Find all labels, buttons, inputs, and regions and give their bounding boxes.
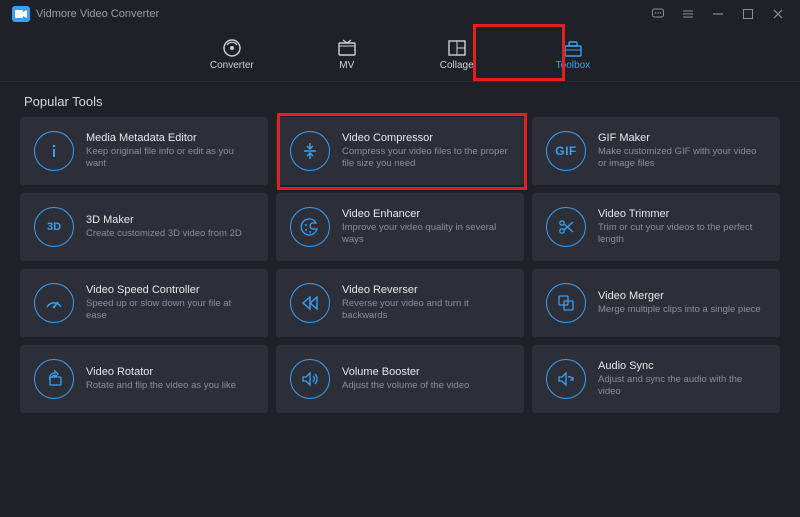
tool-desc: Keep original file info or edit as you w… xyxy=(86,146,254,171)
rewind-icon xyxy=(290,283,330,323)
tool-text: Volume Booster Adjust the volume of the … xyxy=(342,366,469,392)
tool-text: Video Reverser Reverse your video and tu… xyxy=(342,284,510,323)
app-logo-icon xyxy=(12,6,30,22)
tool-title: Video Trimmer xyxy=(598,208,766,220)
tool-title: Media Metadata Editor xyxy=(86,132,254,144)
feedback-icon[interactable] xyxy=(648,4,668,24)
tool-title: Video Compressor xyxy=(342,132,510,144)
tool-text: Video Enhancer Improve your video qualit… xyxy=(342,208,510,247)
tab-toolbox[interactable]: Toolbox xyxy=(540,34,606,75)
tool-title: Volume Booster xyxy=(342,366,469,378)
info-icon xyxy=(34,131,74,171)
maximize-icon[interactable] xyxy=(738,4,758,24)
collage-icon xyxy=(446,38,468,58)
tool-audiosync[interactable]: Audio Sync Adjust and sync the audio wit… xyxy=(532,345,780,413)
tool-speed[interactable]: Video Speed Controller Speed up or slow … xyxy=(20,269,268,337)
tool-metadata[interactable]: Media Metadata Editor Keep original file… xyxy=(20,117,268,185)
tool-merger[interactable]: Video Merger Merge multiple clips into a… xyxy=(532,269,780,337)
tool-text: Media Metadata Editor Keep original file… xyxy=(86,132,254,171)
tool-title: Video Speed Controller xyxy=(86,284,254,296)
volume-icon xyxy=(290,359,330,399)
minimize-icon[interactable] xyxy=(708,4,728,24)
tool-text: Video Compressor Compress your video fil… xyxy=(342,132,510,171)
tool-compressor[interactable]: Video Compressor Compress your video fil… xyxy=(276,117,524,185)
tool-text: 3D Maker Create customized 3D video from… xyxy=(86,214,242,240)
scissors-icon xyxy=(546,207,586,247)
tab-collage[interactable]: Collage xyxy=(424,34,490,75)
app-title: Vidmore Video Converter xyxy=(36,8,159,20)
tool-text: Video Merger Merge multiple clips into a… xyxy=(598,290,761,316)
tool-desc: Improve your video quality in several wa… xyxy=(342,222,510,247)
tool-3d[interactable]: 3D 3D Maker Create customized 3D video f… xyxy=(20,193,268,261)
tool-desc: Create customized 3D video from 2D xyxy=(86,228,242,240)
tool-desc: Adjust the volume of the video xyxy=(342,380,469,392)
tool-title: 3D Maker xyxy=(86,214,242,226)
tool-text: GIF Maker Make customized GIF with your … xyxy=(598,132,766,171)
tool-desc: Compress your video files to the proper … xyxy=(342,146,510,171)
tools-grid: Media Metadata Editor Keep original file… xyxy=(0,117,800,429)
main-tabs: Converter MV Collage Toolbox xyxy=(0,28,800,82)
tab-label: Toolbox xyxy=(556,60,590,71)
tool-desc: Trim or cut your videos to the perfect l… xyxy=(598,222,766,247)
close-icon[interactable] xyxy=(768,4,788,24)
converter-icon xyxy=(221,38,243,58)
tool-text: Video Trimmer Trim or cut your videos to… xyxy=(598,208,766,247)
mv-icon xyxy=(336,38,358,58)
titlebar-right xyxy=(648,4,788,24)
tool-volume[interactable]: Volume Booster Adjust the volume of the … xyxy=(276,345,524,413)
section-title: Popular Tools xyxy=(0,82,800,117)
tool-title: Video Reverser xyxy=(342,284,510,296)
tool-title: Audio Sync xyxy=(598,360,766,372)
gif-icon: GIF xyxy=(546,131,586,171)
tool-text: Audio Sync Adjust and sync the audio wit… xyxy=(598,360,766,399)
tab-converter[interactable]: Converter xyxy=(194,34,270,75)
speedometer-icon xyxy=(34,283,74,323)
tab-mv[interactable]: MV xyxy=(320,34,374,75)
tool-desc: Speed up or slow down your file at ease xyxy=(86,298,254,323)
audiosync-icon xyxy=(546,359,586,399)
tab-label: Collage xyxy=(440,60,474,71)
tab-label: Converter xyxy=(210,60,254,71)
tool-title: Video Merger xyxy=(598,290,761,302)
titlebar: Vidmore Video Converter xyxy=(0,0,800,28)
tool-desc: Make customized GIF with your video or i… xyxy=(598,146,766,171)
tool-rotator[interactable]: Video Rotator Rotate and flip the video … xyxy=(20,345,268,413)
tool-text: Video Rotator Rotate and flip the video … xyxy=(86,366,236,392)
tool-desc: Reverse your video and turn it backwards xyxy=(342,298,510,323)
tool-enhancer[interactable]: Video Enhancer Improve your video qualit… xyxy=(276,193,524,261)
tool-reverser[interactable]: Video Reverser Reverse your video and tu… xyxy=(276,269,524,337)
tool-desc: Rotate and flip the video as you like xyxy=(86,380,236,392)
tool-title: GIF Maker xyxy=(598,132,766,144)
merge-icon xyxy=(546,283,586,323)
tool-title: Video Enhancer xyxy=(342,208,510,220)
tool-title: Video Rotator xyxy=(86,366,236,378)
toolbox-icon xyxy=(562,38,584,58)
rotate-icon xyxy=(34,359,74,399)
palette-icon xyxy=(290,207,330,247)
tool-text: Video Speed Controller Speed up or slow … xyxy=(86,284,254,323)
tool-desc: Adjust and sync the audio with the video xyxy=(598,374,766,399)
titlebar-left: Vidmore Video Converter xyxy=(12,6,159,22)
tool-trimmer[interactable]: Video Trimmer Trim or cut your videos to… xyxy=(532,193,780,261)
tool-desc: Merge multiple clips into a single piece xyxy=(598,304,761,316)
tool-gif[interactable]: GIF GIF Maker Make customized GIF with y… xyxy=(532,117,780,185)
menu-icon[interactable] xyxy=(678,4,698,24)
3d-icon: 3D xyxy=(34,207,74,247)
tab-label: MV xyxy=(339,60,354,71)
compress-icon xyxy=(290,131,330,171)
